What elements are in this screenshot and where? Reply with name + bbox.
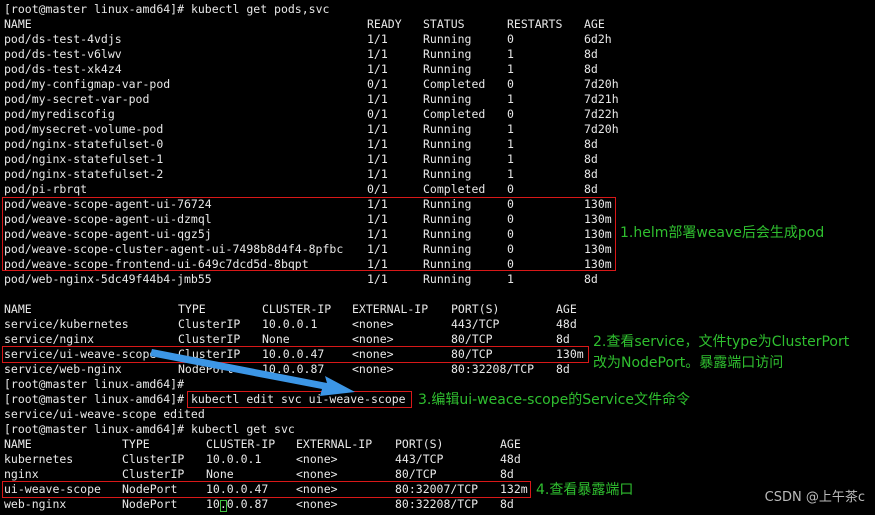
terminal-window[interactable]: [root@master linux-amd64]# kubectl get p… bbox=[0, 0, 875, 515]
watermark: CSDN @上午茶c bbox=[764, 490, 865, 505]
terminal-cursor bbox=[220, 500, 227, 512]
pointer-arrow bbox=[150, 349, 355, 396]
